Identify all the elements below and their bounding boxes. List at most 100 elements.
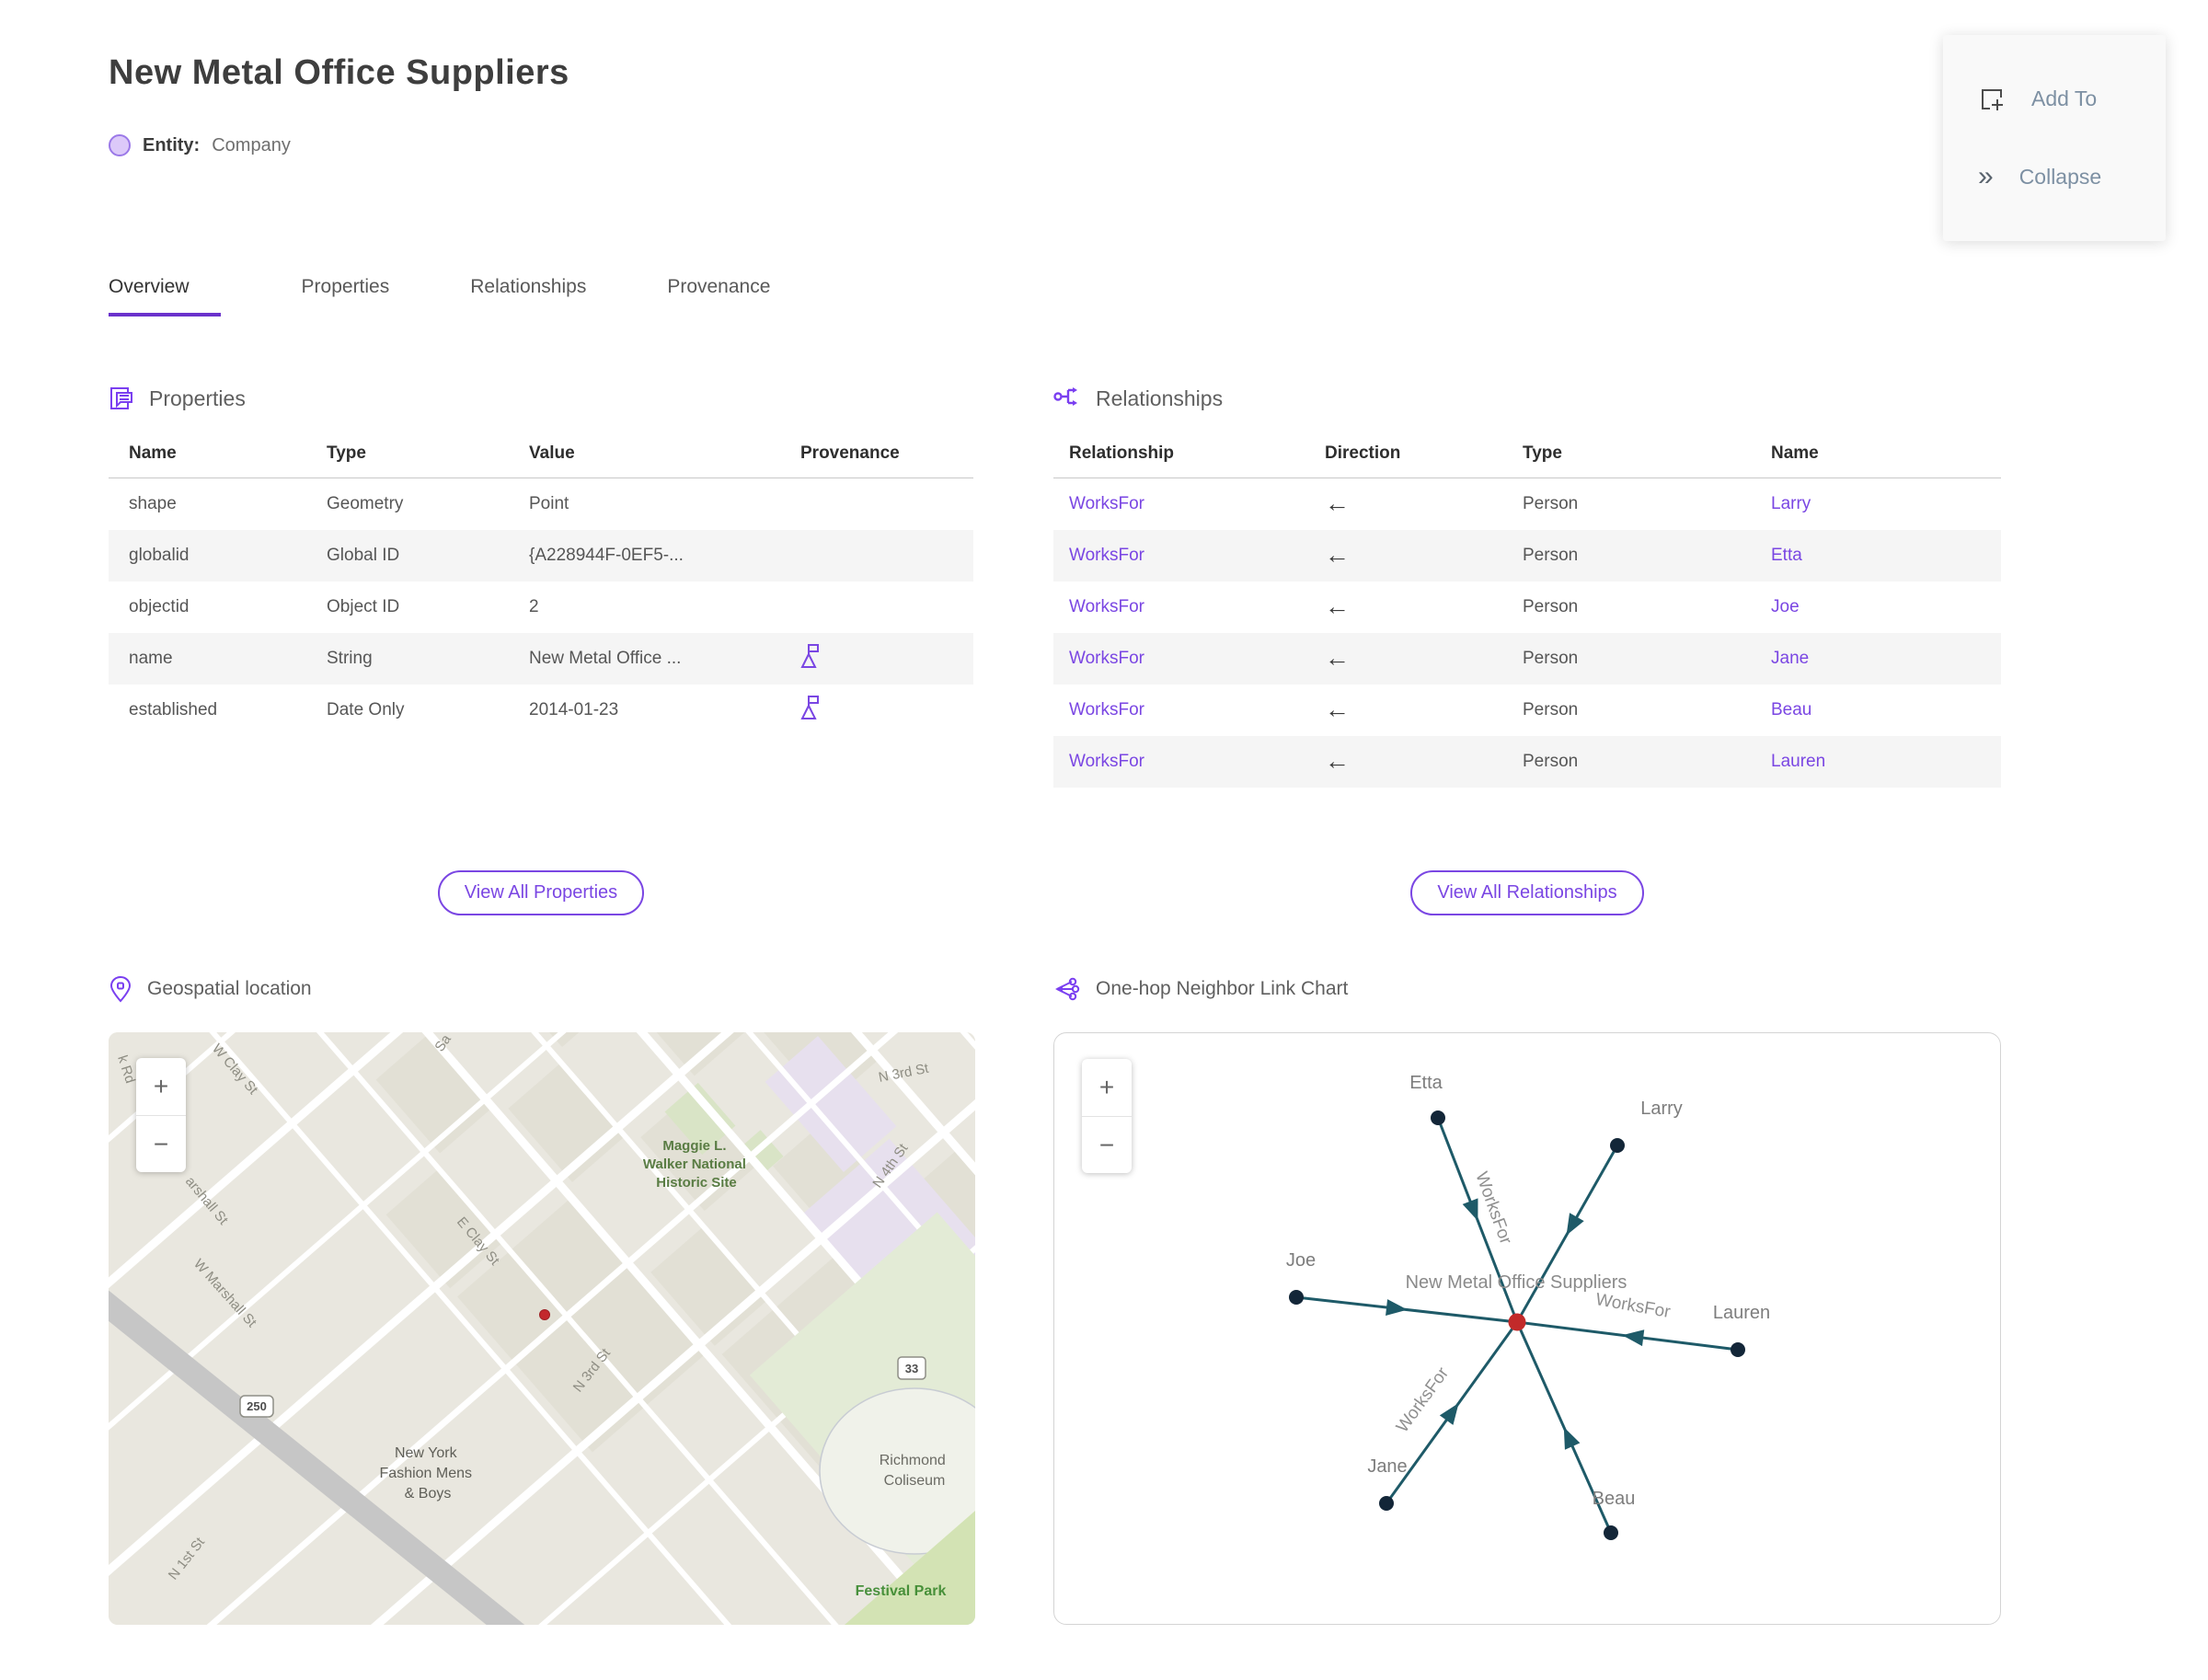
graph-node-etta[interactable] (1431, 1110, 1445, 1125)
tab-provenance[interactable]: Provenance (667, 276, 770, 316)
prop-value: New Metal Office ... (529, 648, 682, 668)
table-row: shape Geometry Point (109, 478, 973, 530)
graph-node-center[interactable] (1508, 1313, 1526, 1331)
col-name: Name (109, 432, 306, 478)
table-row: WorksFor ← Person Joe (1053, 581, 2001, 633)
map-zoom-in-button[interactable]: + (136, 1058, 186, 1115)
prop-type: Date Only (327, 699, 405, 719)
add-to-label: Add To (2031, 86, 2098, 111)
col-type: Type (1507, 432, 1755, 478)
tab-relationships[interactable]: Relationships (470, 276, 586, 316)
collapse-label: Collapse (2018, 164, 2102, 189)
view-all-relationships-button[interactable]: View All Relationships (1410, 870, 1644, 915)
edge-arrow-icon (1622, 1329, 1645, 1347)
col-value: Value (509, 432, 780, 478)
graph-node-jane[interactable] (1379, 1496, 1394, 1511)
prop-name: globalid (129, 545, 190, 565)
relationship-link[interactable]: WorksFor (1069, 546, 1144, 565)
graph-node-larry[interactable] (1610, 1138, 1625, 1153)
prop-value: 2014-01-23 (529, 699, 619, 719)
entity-details-page: New Metal Office Suppliers Entity: Compa… (0, 0, 2208, 1680)
entity-name-link[interactable]: Joe (1771, 597, 1800, 616)
graph-node-joe[interactable] (1289, 1290, 1304, 1305)
relationship-link[interactable]: WorksFor (1069, 649, 1144, 668)
add-to-button[interactable]: Add To (1978, 86, 2166, 113)
one-hop-link-chart[interactable]: WorksFor WorksFor WorksFor New Metal Office… (1053, 1032, 2001, 1625)
relationship-link[interactable]: WorksFor (1069, 597, 1144, 616)
relationship-link[interactable]: WorksFor (1069, 494, 1144, 513)
svg-text:250: 250 (247, 1399, 267, 1413)
map-zoom-out-button[interactable]: − (136, 1115, 186, 1172)
link-chart-canvas[interactable]: WorksForWorksForWorksForNew Metal Office… (1054, 1033, 2000, 1624)
table-row: WorksFor ← Person Jane (1053, 632, 2001, 685)
prop-type: Object ID (327, 596, 400, 616)
entity-name-link[interactable]: Lauren (1771, 752, 1825, 771)
relationships-section-header: Relationships (1053, 385, 1223, 412)
edge-arrow-icon (1439, 1402, 1459, 1425)
relationships-icon (1053, 387, 1077, 406)
center-node-label: New Metal Office Suppliers (1406, 1272, 1627, 1293)
prop-provenance (780, 581, 973, 633)
entity-label: Entity: (143, 134, 201, 155)
svg-text:33: 33 (905, 1362, 918, 1375)
graph-node-lauren[interactable] (1731, 1342, 1745, 1357)
entity-location-marker (539, 1309, 550, 1320)
table-row: WorksFor ← Person Beau (1053, 685, 2001, 736)
table-row: globalid Global ID {A228944F-0EF5-... (109, 529, 973, 581)
table-row: established Date Only 2014-01-23 (109, 685, 973, 736)
col-relationship: Relationship (1053, 432, 1309, 478)
table-row: WorksFor ← Person Lauren (1053, 735, 2001, 788)
rel-type: Person (1523, 493, 1579, 513)
collapse-icon: » (1978, 161, 1994, 192)
entity-name-link[interactable]: Larry (1771, 494, 1811, 513)
direction-arrow: ← (1325, 747, 1350, 775)
direction-arrow: ← (1325, 593, 1350, 620)
tab-properties[interactable]: Properties (302, 276, 390, 316)
map-zoom-control: + − (136, 1058, 186, 1172)
geospatial-map[interactable]: k Rd W Clay St Sa N 3rd St N 4th St arsh… (109, 1032, 975, 1625)
properties-header-row: Name Type Value Provenance (109, 432, 973, 478)
col-type: Type (306, 432, 509, 478)
direction-arrow: ← (1325, 644, 1350, 672)
collapse-button[interactable]: » Collapse (1978, 163, 2166, 190)
prop-value: {A228944F-0EF5-... (529, 545, 684, 565)
actions-panel: Add To » Collapse (1943, 35, 2166, 241)
direction-arrow: ← (1325, 489, 1350, 518)
prop-name: name (129, 648, 173, 668)
entity-name-link[interactable]: Jane (1771, 649, 1809, 668)
properties-section-header: Properties (109, 385, 246, 412)
rel-type: Person (1523, 699, 1579, 719)
rel-type: Person (1523, 545, 1579, 565)
node-label-etta: Etta (1409, 1073, 1443, 1093)
prop-provenance (780, 478, 973, 530)
rel-type: Person (1523, 596, 1579, 616)
relationship-link[interactable]: WorksFor (1069, 752, 1144, 771)
chart-zoom-out-button[interactable]: − (1082, 1116, 1132, 1173)
linkchart-section-title: One-hop Neighbor Link Chart (1096, 978, 1349, 999)
map-canvas[interactable]: k Rd W Clay St Sa N 3rd St N 4th St arsh… (109, 1032, 975, 1625)
prop-name: established (129, 699, 218, 719)
edge-arrow-icon (1462, 1198, 1478, 1222)
prop-name: objectid (129, 596, 190, 616)
route-shield-250: 250 (239, 1395, 274, 1418)
properties-icon (110, 387, 132, 409)
provenance-flag-icon[interactable] (800, 642, 822, 670)
edge-label: WorksFor (1594, 1290, 1673, 1322)
tab-overview[interactable]: Overview (109, 276, 221, 316)
prop-value: Point (529, 493, 569, 513)
rel-type: Person (1523, 751, 1579, 771)
view-all-properties-button[interactable]: View All Properties (437, 870, 645, 915)
entity-name-link[interactable]: Beau (1771, 700, 1811, 719)
col-name: Name (1755, 432, 2001, 478)
add-to-icon (1982, 88, 2003, 110)
relationship-link[interactable]: WorksFor (1069, 700, 1144, 719)
edge-arrow-icon (1566, 1213, 1584, 1236)
map-pin-icon (109, 975, 132, 1003)
provenance-flag-icon[interactable] (800, 694, 822, 721)
relationships-table: Relationship Direction Type Name WorksFo… (1053, 432, 2001, 788)
entity-name-link[interactable]: Etta (1771, 546, 1802, 565)
graph-node-beau[interactable] (1604, 1525, 1618, 1540)
table-row: WorksFor ← Person Larry (1053, 478, 2001, 530)
entity-type-value: Company (212, 134, 291, 155)
chart-zoom-in-button[interactable]: + (1082, 1059, 1132, 1116)
